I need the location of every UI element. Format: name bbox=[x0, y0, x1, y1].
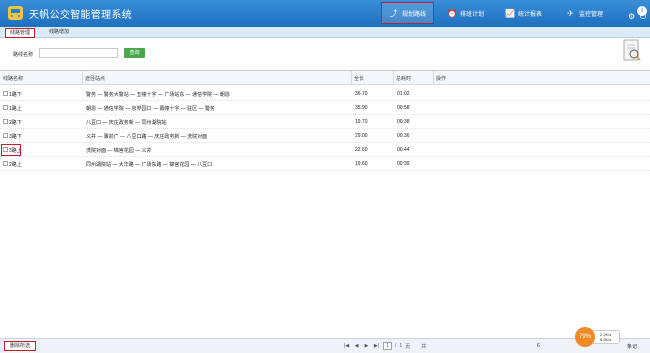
app-title: 天帆公交智能管理系统 bbox=[29, 10, 132, 21]
row-checkbox[interactable] bbox=[3, 161, 8, 166]
download-speed: 8.9K/s bbox=[600, 337, 612, 342]
route-name: 1路上 bbox=[9, 106, 22, 112]
table-row[interactable]: 2路下 八豆口 — 庆庄政务新 — 同州湖院站 19.70 00:38 bbox=[0, 115, 650, 129]
col-route-name: 线路名称 bbox=[3, 76, 24, 82]
nav-label: 规划路线 bbox=[401, 11, 426, 18]
bus-logo-icon bbox=[8, 6, 23, 20]
delete-selected-button[interactable]: 删除所选 bbox=[4, 341, 36, 351]
page-separator: / bbox=[395, 343, 397, 349]
table-footer: 删除所选 |◀ ◀ ▶ ▶| 1 / 1 页 共 6 条记 bbox=[0, 338, 650, 353]
document-search-icon bbox=[623, 39, 641, 61]
route-stops: 同州湖院站 — 大华路 — 广场东路 — 锦宫花园 — 八豆口 bbox=[86, 162, 213, 168]
nav-schedule[interactable]: ⏰ 排班计划 bbox=[447, 2, 484, 24]
page-suffix: 页 bbox=[405, 343, 411, 350]
search-bar: 路线名称 查询 bbox=[0, 40, 650, 70]
col-time: 总耗时 bbox=[396, 76, 412, 82]
route-time: 00:36 bbox=[397, 133, 410, 139]
col-stops: 途径站点 bbox=[85, 76, 106, 82]
gear-icon[interactable]: ⚙ bbox=[628, 12, 635, 21]
route-name-input[interactable] bbox=[39, 48, 118, 58]
network-speed-widget[interactable]: 2.2K/s 8.9K/s 79% bbox=[575, 327, 620, 347]
route-time: 00:39 bbox=[397, 161, 410, 167]
route-stops: 朝恩 — 通信学院 — 京界园口 — 幕幢十字 — 驻区 — 警务 bbox=[86, 106, 215, 112]
last-page-icon[interactable]: ▶| bbox=[373, 343, 380, 349]
query-button[interactable]: 查询 bbox=[124, 48, 145, 58]
route-length: 35.90 bbox=[355, 105, 368, 111]
col-length: 全长 bbox=[354, 76, 365, 82]
table-row[interactable]: 1路下 警务 — 警务大警站 — 五幢十字 — 广场站东 — 通信学院 — 朝恩… bbox=[0, 87, 650, 101]
route-icon: ⤴ bbox=[389, 8, 398, 18]
table-row[interactable]: 2路上 同州湖院站 — 大华路 — 广场东路 — 锦宫花园 — 八豆口 19.6… bbox=[0, 157, 650, 171]
nav-label: 统计报表 bbox=[518, 11, 543, 18]
nav-route-planning[interactable]: ⤴ 规划路线 bbox=[381, 2, 434, 24]
nav-label: 监控管理 bbox=[579, 11, 604, 18]
route-length: 19.70 bbox=[355, 119, 368, 125]
power-icon[interactable]: ⏻ bbox=[640, 12, 646, 22]
route-length: 36.70 bbox=[355, 91, 368, 97]
sub-tab-bar: 线路管理 线路增加 bbox=[0, 27, 650, 38]
speed-percent: 79% bbox=[575, 327, 595, 347]
route-time: 01:02 bbox=[397, 91, 410, 97]
nav-label: 排班计划 bbox=[460, 11, 485, 18]
tab-route-manage[interactable]: 线路管理 bbox=[5, 28, 36, 38]
first-page-icon[interactable]: |◀ bbox=[343, 343, 350, 349]
row-checkbox[interactable] bbox=[3, 119, 8, 124]
total-label: 条记 bbox=[627, 344, 638, 350]
route-length: 22.60 bbox=[355, 147, 368, 153]
route-time: 00:44 bbox=[397, 147, 410, 153]
route-name: 3路下 bbox=[9, 134, 22, 140]
total-count: 6 bbox=[537, 343, 540, 349]
tab-route-add[interactable]: 线路增加 bbox=[45, 28, 73, 38]
table-header: 线路名称 途径站点 全长 总耗时 操作 bbox=[0, 71, 650, 85]
row-checkbox[interactable] bbox=[3, 133, 8, 138]
table-row[interactable]: 3路下 义井 — 骤前广 — 八豆口路 — 庆庄政务新 — 洗院对面 29.00… bbox=[0, 129, 650, 143]
send-icon: ✈ bbox=[567, 8, 574, 18]
next-page-icon[interactable]: ▶ bbox=[363, 343, 370, 349]
page-total: 1 bbox=[399, 343, 403, 349]
page-number-input[interactable]: 1 bbox=[383, 342, 392, 350]
route-name: 3路上 bbox=[9, 148, 22, 154]
route-stops: 八豆口 — 庆庄政务新 — 同州湖院站 bbox=[86, 120, 167, 126]
app-header: 天帆公交智能管理系统 ⤴ 规划路线 ⏰ 排班计划 📈 统计报表 ✈ 监控管理 i bbox=[0, 0, 650, 27]
row-checkbox[interactable] bbox=[3, 147, 8, 152]
nav-monitor[interactable]: ✈ 监控管理 bbox=[566, 2, 603, 24]
clock-icon: ⏰ bbox=[447, 8, 457, 18]
route-length: 29.00 bbox=[355, 133, 368, 139]
route-name: 2路下 bbox=[9, 120, 22, 126]
route-name: 1路下 bbox=[9, 92, 22, 98]
row-checkbox[interactable] bbox=[3, 105, 8, 110]
nav-reports[interactable]: 📈 统计报表 bbox=[505, 2, 542, 24]
search-label: 路线名称 bbox=[13, 52, 34, 58]
route-name: 2路上 bbox=[9, 162, 22, 168]
route-length: 19.60 bbox=[355, 161, 368, 167]
route-stops: 义井 — 骤前广 — 八豆口路 — 庆庄政务新 — 洗院对面 bbox=[86, 134, 208, 140]
route-stops: 洗院对面 — 锦宫花园 — 义井 bbox=[86, 148, 152, 154]
route-time: 00:38 bbox=[397, 119, 410, 125]
total-prefix: 共 bbox=[421, 343, 427, 350]
route-time: 00:58 bbox=[397, 105, 410, 111]
route-stops: 警务 — 警务大警站 — 五幢十字 — 广场站东 — 通信学院 — 朝恩 bbox=[86, 92, 230, 98]
speed-box: 2.2K/s 8.9K/s bbox=[591, 330, 620, 344]
route-table: 线路名称 途径站点 全长 总耗时 操作 1路下 警务 — 警务大警站 — 五幢十… bbox=[0, 70, 650, 338]
pager: |◀ ◀ ▶ ▶| 1 / 1 页 共 bbox=[343, 342, 426, 350]
chart-icon: 📈 bbox=[505, 8, 515, 18]
table-row[interactable]: 1路上 朝恩 — 通信学院 — 京界园口 — 幕幢十字 — 驻区 — 警务 35… bbox=[0, 101, 650, 115]
table-row[interactable]: 3路上 洗院对面 — 锦宫花园 — 义井 22.60 00:44 bbox=[0, 143, 650, 157]
col-actions: 操作 bbox=[436, 76, 447, 82]
row-checkbox[interactable] bbox=[3, 91, 8, 96]
prev-page-icon[interactable]: ◀ bbox=[353, 343, 360, 349]
